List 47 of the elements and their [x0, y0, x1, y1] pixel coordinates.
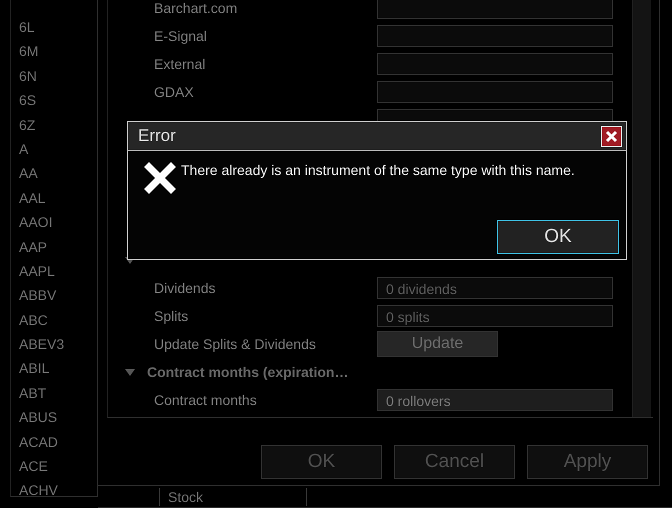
- symbol-item[interactable]: ACAD: [11, 430, 97, 454]
- symbol-item[interactable]: ABIL: [11, 356, 97, 381]
- property-label: Splits: [153, 308, 190, 324]
- ok-button[interactable]: OK: [497, 220, 619, 254]
- input-field[interactable]: 0 dividends: [377, 277, 613, 299]
- error-icon: [144, 162, 176, 194]
- symbol-item[interactable]: 6M: [11, 39, 97, 64]
- close-button[interactable]: [601, 126, 622, 146]
- symbol-item[interactable]: AAP: [11, 234, 97, 259]
- symbol-item[interactable]: 6S: [11, 88, 97, 113]
- close-icon: [605, 130, 618, 142]
- category-label: Contract months (expiration…: [147, 364, 348, 380]
- property-label: External: [153, 56, 206, 72]
- symbol-item[interactable]: AAL: [11, 186, 97, 210]
- input-field[interactable]: [377, 0, 613, 19]
- input-field[interactable]: [377, 81, 613, 103]
- symbol-item[interactable]: ABT: [11, 380, 97, 406]
- dialog-button[interactable]: Apply: [527, 445, 648, 479]
- property-label: Contract months: [153, 392, 258, 408]
- symbol-item[interactable]: ACE: [11, 454, 97, 478]
- property-label: Barchart.com: [153, 0, 238, 16]
- table-cell: Stock: [159, 488, 307, 506]
- input-field[interactable]: [377, 25, 613, 47]
- dialog-button[interactable]: Cancel: [394, 445, 515, 479]
- expander-icon[interactable]: [125, 368, 135, 376]
- dialog-button[interactable]: OK: [261, 445, 382, 479]
- symbol-item[interactable]: ABUS: [11, 405, 97, 430]
- input-field[interactable]: 0 splits: [377, 305, 613, 327]
- property-label: Update Splits & Dividends: [153, 336, 317, 352]
- symbol-item[interactable]: 6N: [11, 64, 97, 88]
- symbol-item[interactable]: AAOI: [11, 210, 97, 235]
- property-label: E-Signal: [153, 28, 208, 44]
- symbol-item[interactable]: ACHV: [11, 478, 97, 496]
- scrollbar[interactable]: [632, 0, 651, 417]
- error-message: There already is an instrument of the same type with this name.: [181, 162, 575, 178]
- symbol-item[interactable]: ABEV3: [11, 332, 97, 356]
- dialog-title: Error: [138, 126, 176, 146]
- symbol-item[interactable]: ABC: [11, 308, 97, 332]
- symbol-item[interactable]: 6L: [11, 15, 97, 40]
- property-label: Dividends: [153, 280, 216, 296]
- property-label: GDAX: [153, 84, 195, 100]
- symbol-item[interactable]: A: [11, 136, 97, 162]
- symbol-item[interactable]: 6Z: [11, 112, 97, 137]
- symbol-item[interactable]: AAPL: [11, 258, 97, 284]
- symbol-item[interactable]: AA: [11, 161, 97, 186]
- input-field[interactable]: [377, 53, 613, 75]
- symbol-item[interactable]: ABBV: [11, 283, 97, 308]
